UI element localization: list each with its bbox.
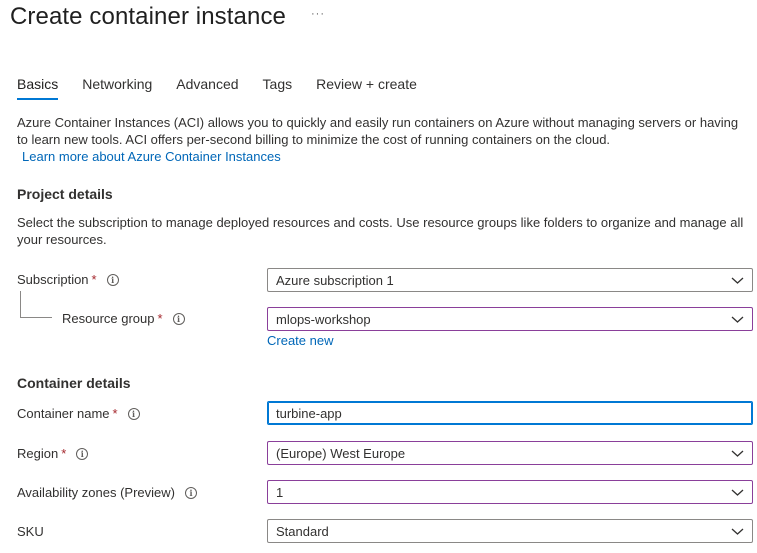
required-marker: * xyxy=(157,311,163,326)
chevron-down-icon xyxy=(731,277,744,284)
region-value: (Europe) West Europe xyxy=(276,445,406,461)
resource-group-dropdown[interactable]: mlops-workshop xyxy=(267,307,753,331)
resource-group-label-text: Resource group xyxy=(62,311,155,326)
region-label-text: Region xyxy=(17,446,59,461)
resource-group-label: Resource group * i xyxy=(62,311,185,326)
intro-text: Azure Container Instances (ACI) allows y… xyxy=(17,115,739,147)
container-name-input[interactable]: turbine-app xyxy=(267,401,753,425)
container-name-label: Container name * i xyxy=(17,406,140,421)
page-title: Create container instance xyxy=(10,3,286,30)
tab-review-create[interactable]: Review + create xyxy=(316,76,417,100)
subscription-label: Subscription * i xyxy=(17,272,119,287)
availability-zones-dropdown[interactable]: 1 xyxy=(267,480,753,504)
required-marker: * xyxy=(91,272,97,287)
availability-zones-label: Availability zones (Preview) i xyxy=(17,485,197,500)
info-icon[interactable]: i xyxy=(76,447,89,460)
subscription-dropdown[interactable]: Azure subscription 1 xyxy=(267,268,753,292)
create-new-link[interactable]: Create new xyxy=(267,333,333,348)
container-name-value: turbine-app xyxy=(276,405,342,421)
required-marker: * xyxy=(61,446,67,461)
info-icon[interactable]: i xyxy=(127,407,140,420)
chevron-down-icon xyxy=(731,528,744,535)
sku-label-text: SKU xyxy=(17,524,44,539)
chevron-down-icon xyxy=(731,450,744,457)
container-name-label-text: Container name xyxy=(17,406,110,421)
required-marker: * xyxy=(112,406,118,421)
info-icon[interactable]: i xyxy=(106,273,119,286)
chevron-down-icon xyxy=(731,316,744,323)
learn-more-link[interactable]: Learn more about Azure Container Instanc… xyxy=(22,149,281,164)
tab-advanced[interactable]: Advanced xyxy=(176,76,238,100)
info-icon[interactable]: i xyxy=(185,486,197,499)
container-details-heading: Container details xyxy=(17,375,131,391)
sku-value: Standard xyxy=(276,523,329,539)
project-details-description: Select the subscription to manage deploy… xyxy=(17,215,744,247)
region-label: Region * i xyxy=(17,446,89,461)
info-icon[interactable]: i xyxy=(172,312,185,325)
availability-zones-label-text: Availability zones (Preview) xyxy=(17,485,175,500)
availability-zones-value: 1 xyxy=(276,484,284,500)
tab-bar: Basics Networking Advanced Tags Review +… xyxy=(17,76,441,100)
sku-label: SKU xyxy=(17,524,44,539)
tab-basics[interactable]: Basics xyxy=(17,76,59,100)
region-dropdown[interactable]: (Europe) West Europe xyxy=(267,441,753,465)
more-options-icon[interactable]: ··· xyxy=(311,8,325,20)
subscription-value: Azure subscription 1 xyxy=(276,272,394,288)
tree-connector xyxy=(20,291,52,318)
tab-tags[interactable]: Tags xyxy=(263,76,293,100)
chevron-down-icon xyxy=(731,489,744,496)
sku-dropdown[interactable]: Standard xyxy=(267,519,753,543)
resource-group-value: mlops-workshop xyxy=(276,311,371,327)
subscription-label-text: Subscription xyxy=(17,272,89,287)
project-details-heading: Project details xyxy=(17,186,113,202)
tab-networking[interactable]: Networking xyxy=(82,76,152,100)
